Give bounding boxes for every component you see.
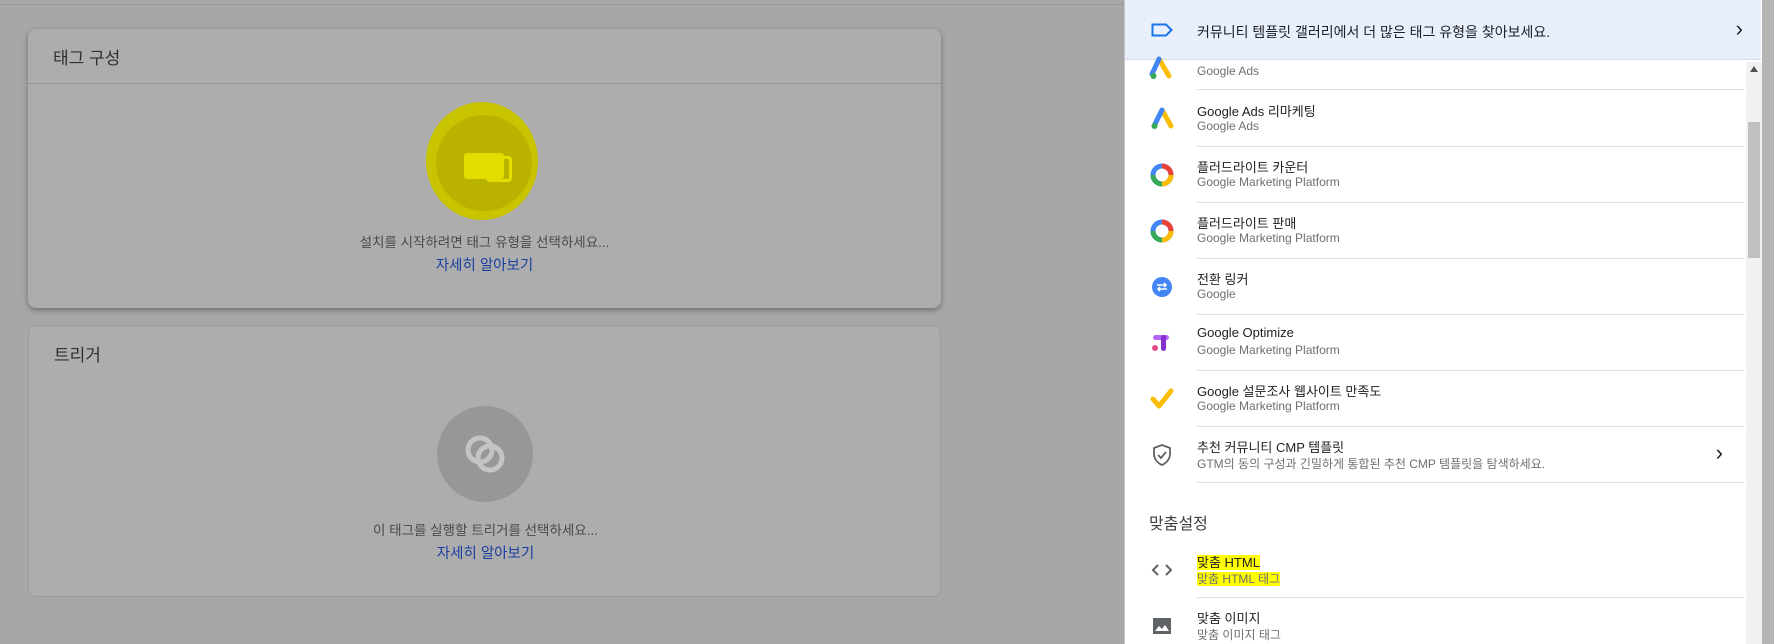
list-item-title: Google Optimize <box>1197 325 1294 340</box>
list-item-subtitle: Google <box>1197 287 1236 301</box>
list-item-subtitle: Google Ads <box>1197 64 1260 78</box>
list-item-floodlight-counter[interactable]: 플러드라이트 카운터 Google Marketing Platform <box>1125 147 1745 203</box>
image-icon <box>1153 618 1171 634</box>
highlighted-subtitle: 맞춤 HTML 태그 <box>1197 572 1281 586</box>
google-ads-icon <box>1151 107 1174 129</box>
list-item-custom-image[interactable]: 맞춤 이미지 맞춤 이미지 태그 <box>1125 598 1745 644</box>
list-divider <box>1197 482 1745 483</box>
list-item-subtitle: Google Marketing Platform <box>1197 343 1340 357</box>
list-item-title: 추천 커뮤니티 CMP 템플릿 <box>1197 440 1345 455</box>
google-optimize-icon <box>1152 335 1169 351</box>
list-item-title: Google Ads 리마케팅 <box>1197 104 1316 119</box>
workspace-overlay: 태그 구성 설치를 시작하려면 태그 유형을 선택하세요... 자세히 알아보기… <box>0 0 1124 644</box>
scroll-up-arrow-icon[interactable] <box>1750 66 1758 72</box>
list-item-subtitle: Google Marketing Platform <box>1197 175 1340 189</box>
highlighted-title: 맞춤 HTML <box>1197 555 1260 570</box>
list-item-title: 맞춤 HTML <box>1197 552 1260 571</box>
list-item-google-ads-remarketing[interactable]: Google Ads 리마케팅 Google Ads <box>1125 91 1745 147</box>
list-item-floodlight-sales[interactable]: 플러드라이트 판매 Google Marketing Platform <box>1125 203 1745 259</box>
list-item-conversion-linker[interactable]: 전환 링커 Google <box>1125 259 1745 315</box>
list-item-subtitle: 맞춤 HTML 태그 <box>1197 570 1281 587</box>
list-item-title: Google 설문조사 웹사이트 만족도 <box>1197 384 1382 399</box>
community-gallery-label: 커뮤니티 템플릿 갤러리에서 더 많은 태그 유형을 찾아보세요. <box>1197 24 1551 40</box>
list-item-subtitle: GTM의 동의 구성과 긴밀하게 통합된 추천 CMP 템플릿을 탐색하세요. <box>1197 457 1546 471</box>
google-surveys-icon <box>1150 388 1174 409</box>
list-item-community-cmp-templates[interactable]: 추천 커뮤니티 CMP 템플릿 GTM의 동의 구성과 긴밀하게 통합된 추천 … <box>1125 427 1745 483</box>
chevron-right-icon: › <box>1715 440 1723 465</box>
list-item-title: 플러드라이트 판매 <box>1197 216 1297 231</box>
window-edge <box>1762 0 1774 644</box>
tag-icon <box>464 153 512 182</box>
list-item-title: 전환 링커 <box>1197 272 1249 287</box>
tag-outline-icon <box>1151 23 1173 37</box>
chevron-right-icon: › <box>1735 16 1743 41</box>
tag-configuration-card[interactable]: 태그 구성 설치를 시작하려면 태그 유형을 선택하세요... 자세히 알아보기 <box>28 29 941 308</box>
scrollbar-thumb[interactable] <box>1748 122 1760 258</box>
tag-learn-more-link[interactable]: 자세히 알아보기 <box>28 254 941 275</box>
conversion-linker-icon <box>1152 277 1172 297</box>
floodlight-icon <box>1150 219 1174 243</box>
google-ads-icon <box>1149 56 1172 79</box>
shield-check-icon <box>1153 444 1171 466</box>
list-item-subtitle: 맞춤 이미지 태그 <box>1197 628 1281 642</box>
list-item-subtitle: Google Marketing Platform <box>1197 231 1340 245</box>
tag-configuration-title: 태그 구성 <box>53 49 121 68</box>
custom-section-header: 맞춤설정 <box>1149 516 1208 533</box>
trigger-card[interactable]: 트리거 이 태그를 실행할 트리거를 선택하세요... 자세히 알아보기 <box>28 325 941 597</box>
list-item-google-optimize[interactable]: Google Optimize Google Marketing Platfor… <box>1125 315 1745 371</box>
list-item-title: 플러드라이트 카운터 <box>1197 160 1309 175</box>
list-item-google-surveys[interactable]: Google 설문조사 웹사이트 만족도 Google Marketing Pl… <box>1125 371 1745 427</box>
trigger-rings-icon <box>465 435 505 473</box>
floodlight-icon <box>1150 163 1174 187</box>
tag-type-panel: 커뮤니티 템플릿 갤러리에서 더 많은 태그 유형을 찾아보세요. › Goog… <box>1124 0 1774 644</box>
header-divider <box>0 4 1124 5</box>
trigger-title: 트리거 <box>54 346 101 365</box>
trigger-learn-more-link[interactable]: 자세히 알아보기 <box>29 542 942 563</box>
code-brackets-icon <box>1151 564 1173 576</box>
trigger-hint-text: 이 태그를 실행할 트리거를 선택하세요... <box>373 523 598 538</box>
list-item-title: 맞춤 이미지 <box>1197 611 1261 626</box>
list-item-subtitle: Google Marketing Platform <box>1197 399 1340 413</box>
list-item-custom-html[interactable]: 맞춤 HTML 맞춤 HTML 태그 <box>1125 542 1745 598</box>
tag-hint-text: 설치를 시작하려면 태그 유형을 선택하세요... <box>359 235 610 250</box>
list-divider <box>1197 89 1745 90</box>
card-divider <box>28 83 941 84</box>
list-item-google-ads-partial[interactable]: Google Ads <box>1125 42 1745 90</box>
list-item-subtitle: Google Ads <box>1197 119 1260 133</box>
